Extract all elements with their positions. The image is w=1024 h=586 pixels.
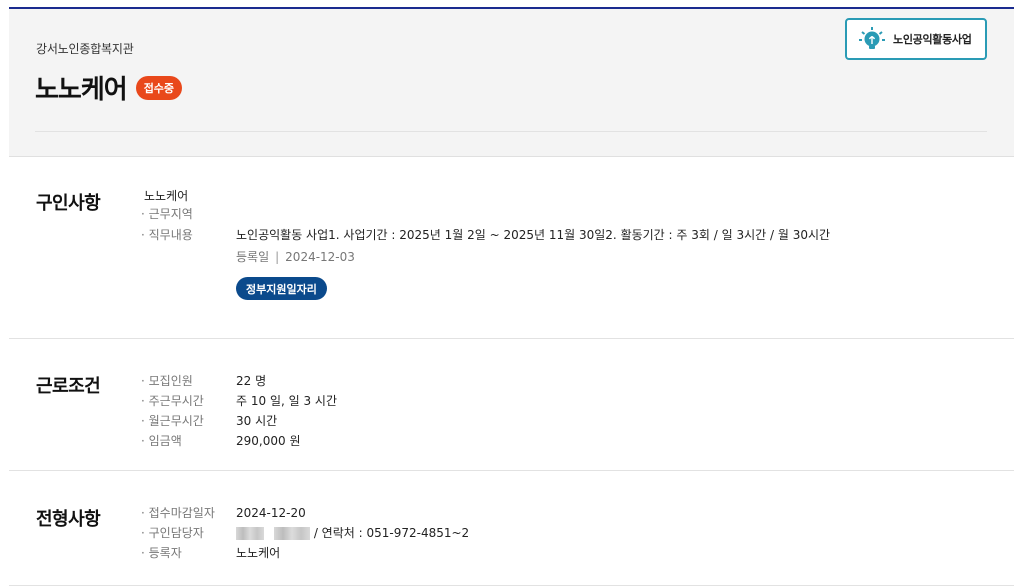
info-label: · 월근무시간 [141,414,204,428]
info-value: 290,000 원 [236,434,301,448]
work-conditions-section: 근로조건 · 모집인원 22 명 · 주근무시간 주 10 일, 일 3 시간 … [9,339,1014,471]
program-badge[interactable]: 노인공익활동사업 [845,18,987,60]
info-row-recruits: · 모집인원 22 명 [141,373,266,389]
info-value: 2024-12-20 [236,506,306,520]
page: 강서노인종합복지관 노노케어 접수중 노인공익활동사업 구인사항 노노케어 · … [9,7,1014,586]
redacted-name [236,527,264,540]
info-value: 노노케어 [236,546,281,560]
info-row-duties: · 직무내용 노인공익활동 사업1. 사업기간 : 2025년 1월 2일 ~ … [141,227,830,243]
section-title: 전형사항 [36,509,101,530]
gov-support-tag: 정부지원일자리 [236,277,327,300]
info-value: 노인공익활동 사업1. 사업기간 : 2025년 1월 2일 ~ 2025년 1… [236,228,831,242]
info-row-contact: · 구인담당자 / 연락처 : 051-972-4851~2 [141,525,469,541]
org-name: 강서노인종합복지관 [36,42,134,56]
info-label: · 주근무시간 [141,394,204,408]
info-label: · 등록자 [141,546,182,560]
contact-phone: / 연락처 : 051-972-4851~2 [313,526,470,540]
title-row: 노노케어 접수중 [35,69,183,106]
info-row-weekly-hours: · 주근무시간 주 10 일, 일 3 시간 [141,393,337,409]
register-date-label: 등록일 [236,250,270,264]
info-label: · 임금액 [141,434,182,448]
program-badge-label: 노인공익활동사업 [893,33,972,46]
info-value: 22 명 [236,374,267,388]
job-info-section: 구인사항 노노케어 · 근무지역 · 직무내용 노인공익활동 사업1. 사업기간… [9,158,1014,339]
info-value: 30 시간 [236,414,278,428]
redacted-name [273,527,310,540]
register-date: 등록일 | 2024-12-03 [236,248,355,265]
info-row-registrant: · 등록자 노노케어 [141,545,280,561]
job-header: 강서노인종합복지관 노노케어 접수중 노인공익활동사업 [9,9,1014,157]
info-row-wage: · 임금액 290,000 원 [141,433,300,449]
info-row-monthly-hours: · 월근무시간 30 시간 [141,413,277,429]
info-label: · 구인담당자 [141,526,204,540]
section-title: 근로조건 [36,376,101,397]
info-label: · 직무내용 [141,228,193,242]
section-title: 구인사항 [36,193,101,214]
header-divider [35,131,987,132]
register-date-value: 2024-12-03 [285,250,355,264]
page-title: 노노케어 [35,75,128,105]
info-row-deadline: · 접수마감일자 2024-12-20 [141,505,306,521]
register-date-separator: | [275,250,280,264]
info-row-region: · 근무지역 [141,206,236,222]
screening-section: 전형사항 · 접수마감일자 2024-12-20 · 구인담당자 / 연락처 :… [9,471,1014,586]
lightbulb-icon [859,26,885,52]
info-value-contact: / 연락처 : 051-972-4851~2 [236,525,469,541]
job-name: 노노케어 [144,189,189,203]
info-label: · 근무지역 [141,207,193,221]
info-label: · 모집인원 [141,374,193,388]
status-badge: 접수중 [135,75,183,100]
info-value: 주 10 일, 일 3 시간 [236,394,337,408]
info-label: · 접수마감일자 [141,506,215,520]
